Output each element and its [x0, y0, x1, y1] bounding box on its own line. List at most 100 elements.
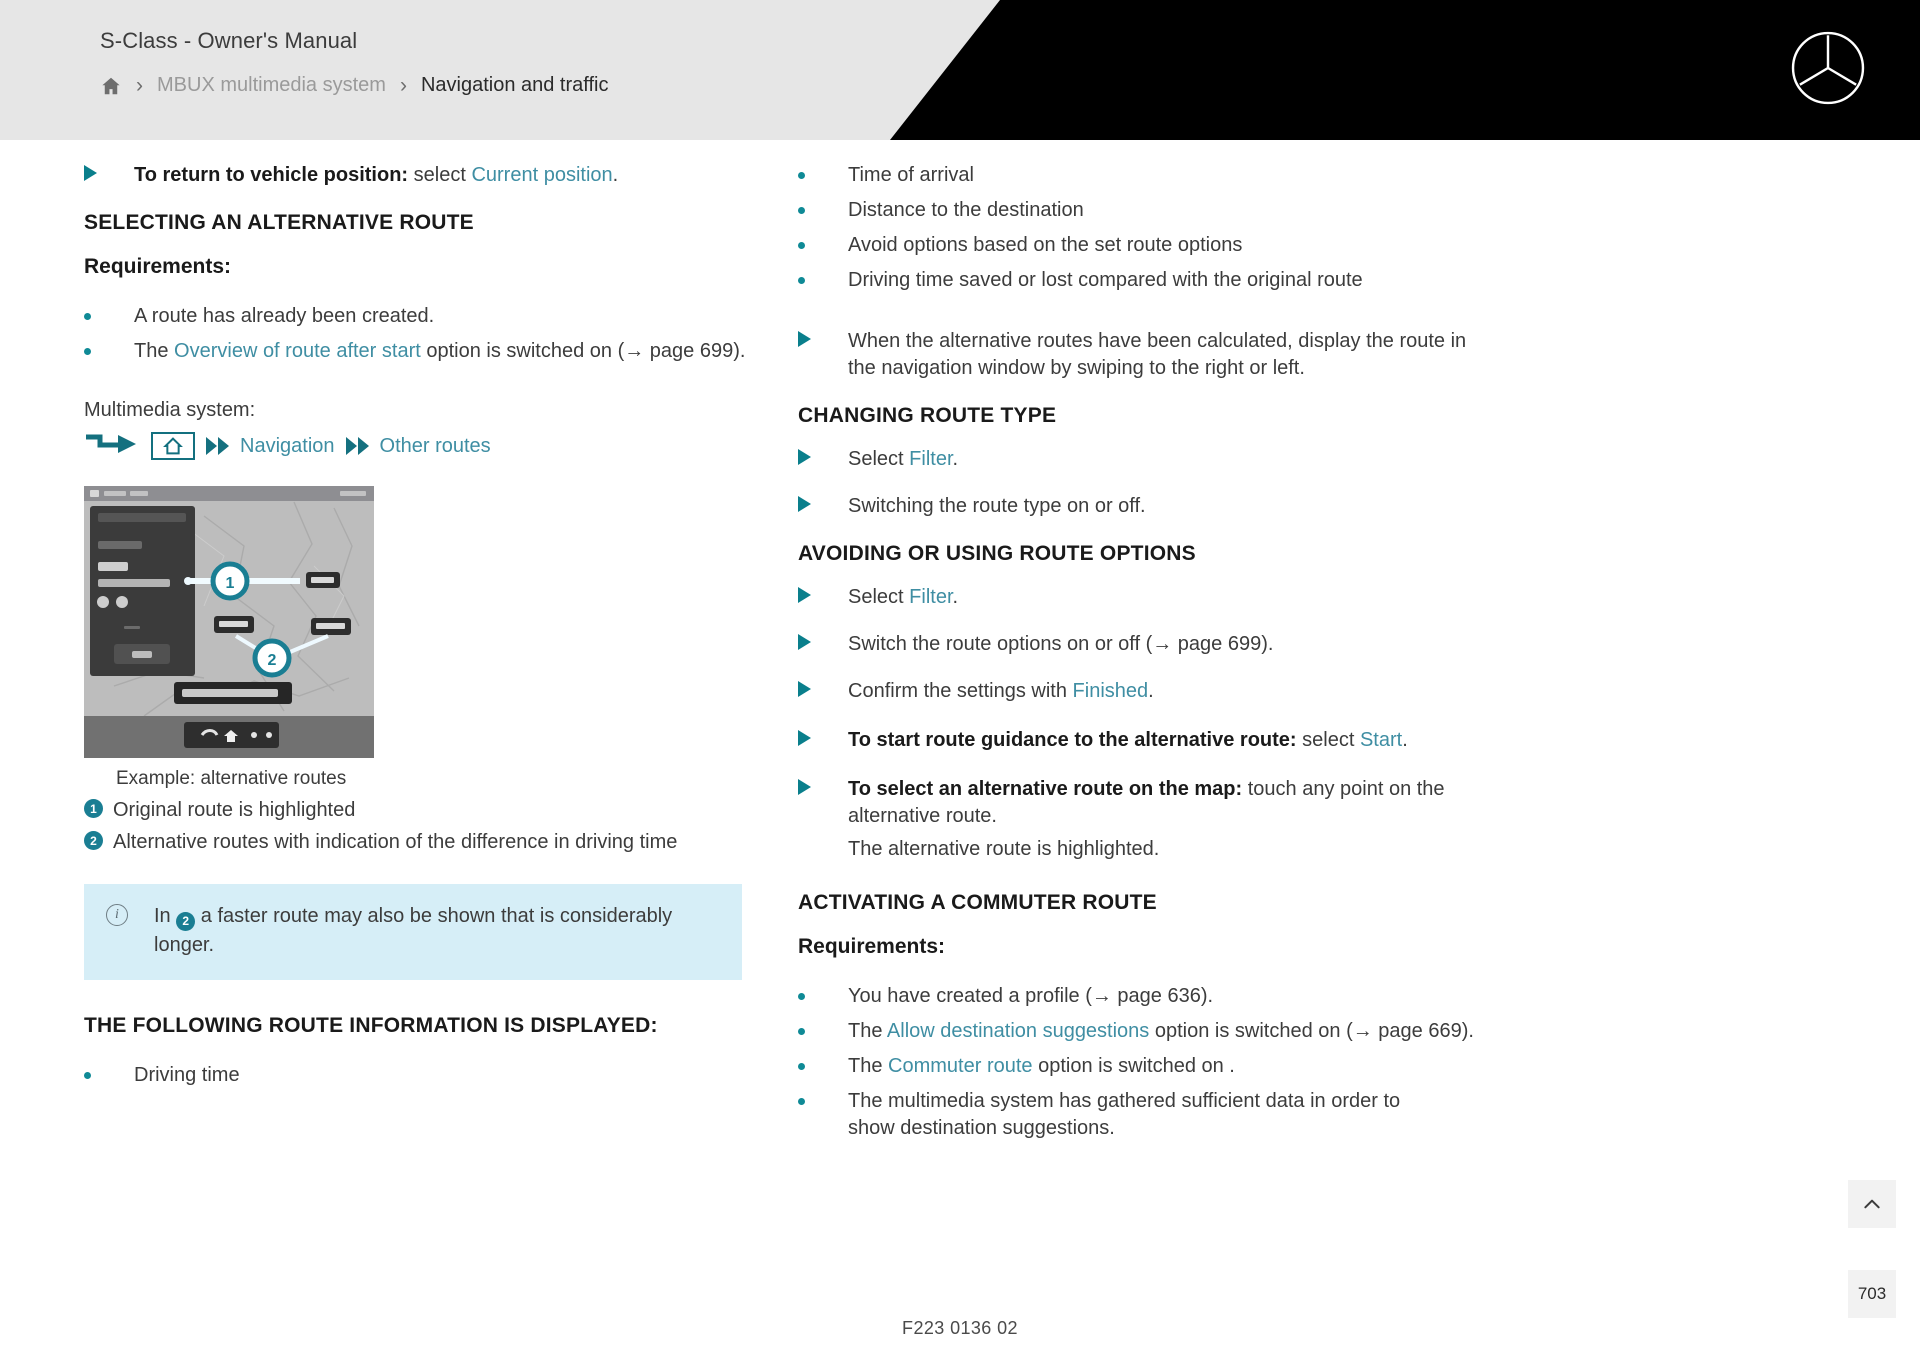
return-step-rest: select	[408, 164, 472, 186]
scroll-to-top-button[interactable]	[1848, 1180, 1896, 1228]
route-info-item: Avoid options based on the set route opt…	[798, 232, 1598, 259]
triangle-bullet-icon	[798, 496, 811, 512]
overview-of-route-link[interactable]: Overview of route after start	[174, 340, 421, 362]
bullet-dot-icon	[798, 242, 805, 249]
enter-arrow-icon	[86, 434, 136, 453]
changing-route-type-step: Select Filter.	[798, 446, 1598, 473]
page-number-indicator[interactable]: 703	[1848, 1270, 1896, 1318]
req-pre: The multimedia system has gathered suffi…	[848, 1090, 1401, 1139]
section-title-changing-route-type: CHANGING ROUTE TYPE	[798, 404, 1057, 427]
finished-link[interactable]: Finished	[1073, 680, 1149, 702]
info-icon: i	[106, 904, 128, 926]
return-step-end: .	[612, 164, 619, 186]
multimedia-system-label: Multimedia system:	[84, 399, 256, 421]
legend-item: 2 Alternative routes with indication of …	[84, 831, 784, 854]
req-pre: The	[848, 1055, 889, 1077]
requirements-label-right: Requirements:	[798, 935, 946, 958]
breadcrumb: › MBUX multimedia system › Navigation an…	[100, 74, 608, 97]
breadcrumb-item-parent[interactable]: MBUX multimedia system	[157, 74, 386, 97]
callout-number-1: 1	[84, 799, 103, 818]
nav-path-step-other-routes[interactable]: Other routes	[380, 435, 491, 458]
route-info-item-text: Distance to the destination	[848, 199, 1084, 221]
start-route-guidance-step: To start route guidance to the alternati…	[798, 727, 1598, 754]
followup-text: The alternative route is highlighted.	[848, 838, 1160, 860]
home-screen-icon[interactable]	[151, 432, 195, 460]
page-content: To return to vehicle position: select Cu…	[0, 140, 1920, 1300]
return-step-text: To return to vehicle position: select Cu…	[134, 162, 784, 189]
step-post: .	[952, 586, 959, 608]
return-step-bold: To return to vehicle position:	[134, 164, 409, 186]
commuter-requirement-item: The Commuter route option is switched on…	[798, 1053, 1598, 1080]
section-title-route-information: THE FOLLOWING ROUTE INFORMATION IS DISPL…	[84, 1014, 658, 1037]
commuter-requirement-item: You have created a profile (→ page 636).	[798, 983, 1598, 1010]
filter-link[interactable]: Filter	[909, 448, 952, 470]
changing-route-type-step: Switching the route type on or off.	[798, 493, 1598, 520]
step-bold: To start route guidance to the alternati…	[848, 729, 1297, 751]
requirements-label-left: Requirements:	[84, 255, 232, 278]
manual-title: S-Class - Owner's Manual	[100, 28, 358, 53]
bullet-dot-icon	[798, 1098, 805, 1105]
select-alternative-route-step: To select an alternative route on the ma…	[798, 776, 1478, 830]
header-content: S-Class - Owner's Manual › MBUX multimed…	[100, 28, 608, 97]
info-note-text: In 2 a faster route may also be shown th…	[154, 902, 720, 960]
bullet-dot-icon	[798, 993, 805, 1000]
bullet-dot-icon	[798, 277, 805, 284]
page-header: S-Class - Owner's Manual › MBUX multimed…	[0, 0, 1920, 140]
route-info-item: Driving time saved or lost compared with…	[798, 267, 1598, 294]
double-arrow-icon	[345, 437, 369, 455]
svg-text:2: 2	[268, 652, 277, 669]
alternative-route-highlight-note: The alternative route is highlighted.	[798, 836, 1598, 863]
start-link[interactable]: Start	[1360, 729, 1402, 751]
callout-number-2-inline: 2	[176, 911, 196, 931]
avoiding-route-step: Select Filter.	[798, 584, 1598, 611]
step-post: .	[1148, 680, 1154, 702]
current-position-link[interactable]: Current position	[471, 164, 612, 186]
section-title-commuter-route: ACTIVATING A COMMUTER ROUTE	[798, 891, 1157, 914]
swipe-route-step: When the alternative routes have been ca…	[798, 328, 1478, 382]
step-pre: Select	[848, 448, 910, 470]
route-info-item-text: Driving time saved or lost compared with…	[848, 269, 1363, 291]
swipe-route-step-text: When the alternative routes have been ca…	[848, 330, 1467, 379]
step-post: .	[1402, 729, 1408, 751]
step-pre: Switch the route options on or off (→ pa…	[848, 633, 1274, 655]
triangle-bullet-icon	[798, 331, 811, 347]
section-title-avoiding-route-options: AVOIDING OR USING ROUTE OPTIONS	[798, 542, 1196, 565]
svg-text:1: 1	[226, 575, 235, 592]
bullet-dot-icon	[798, 172, 805, 179]
bullet-dot-icon	[84, 1072, 91, 1079]
home-icon[interactable]	[100, 75, 122, 97]
double-arrow-icon	[206, 437, 229, 455]
route-info-item: Driving time	[84, 1062, 784, 1089]
req-pre: The	[848, 1020, 887, 1042]
triangle-bullet-icon	[798, 779, 811, 795]
step-bold: To select an alternative route on the ma…	[848, 778, 1243, 800]
allow-destination-suggestions-link[interactable]: Allow destination suggestions	[887, 1020, 1149, 1042]
legend-text-1: Original route is highlighted	[113, 799, 356, 821]
breadcrumb-item-current[interactable]: Navigation and traffic	[421, 74, 609, 97]
info-note-pre: In	[154, 905, 177, 927]
route-info-item-text: Time of arrival	[848, 164, 974, 186]
figure-caption: Example: alternative routes	[116, 768, 347, 789]
requirement-pre: A route has already been created.	[134, 305, 435, 327]
triangle-bullet-icon	[798, 634, 811, 650]
route-info-item-text: Driving time	[134, 1064, 240, 1086]
bullet-dot-icon	[798, 1063, 805, 1070]
right-column: Time of arrival Distance to the destinat…	[798, 140, 1598, 1142]
breadcrumb-separator-1: ›	[136, 74, 143, 97]
bullet-dot-icon	[84, 313, 91, 320]
filter-link[interactable]: Filter	[909, 586, 952, 608]
req-post: option is switched on .	[1032, 1055, 1235, 1077]
chevron-up-icon	[1864, 1199, 1880, 1209]
breadcrumb-separator-2: ›	[399, 74, 407, 97]
avoiding-route-step: Switch the route options on or off (→ pa…	[798, 631, 1598, 658]
document-code: F223 0136 02	[902, 1318, 1018, 1338]
nav-path-step-navigation[interactable]: Navigation	[240, 435, 335, 458]
manual-page: S-Class - Owner's Manual › MBUX multimed…	[0, 0, 1920, 1358]
info-note-post: a faster route may also be shown that is…	[154, 905, 673, 956]
commuter-route-link[interactable]: Commuter route	[888, 1055, 1033, 1077]
commuter-requirement-item: The multimedia system has gathered suffi…	[798, 1088, 1438, 1142]
req-pre: You have created a profile (→ page 636).	[848, 985, 1214, 1007]
callout-number-2: 2	[84, 831, 103, 850]
header-black-panel	[890, 0, 1920, 140]
triangle-bullet-icon	[798, 730, 811, 746]
